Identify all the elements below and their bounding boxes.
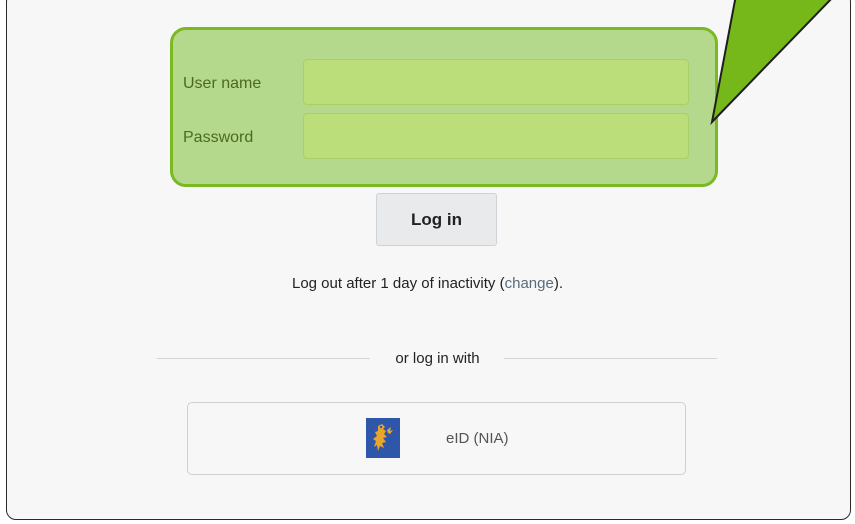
pointer-arrow-icon (710, 0, 832, 126)
